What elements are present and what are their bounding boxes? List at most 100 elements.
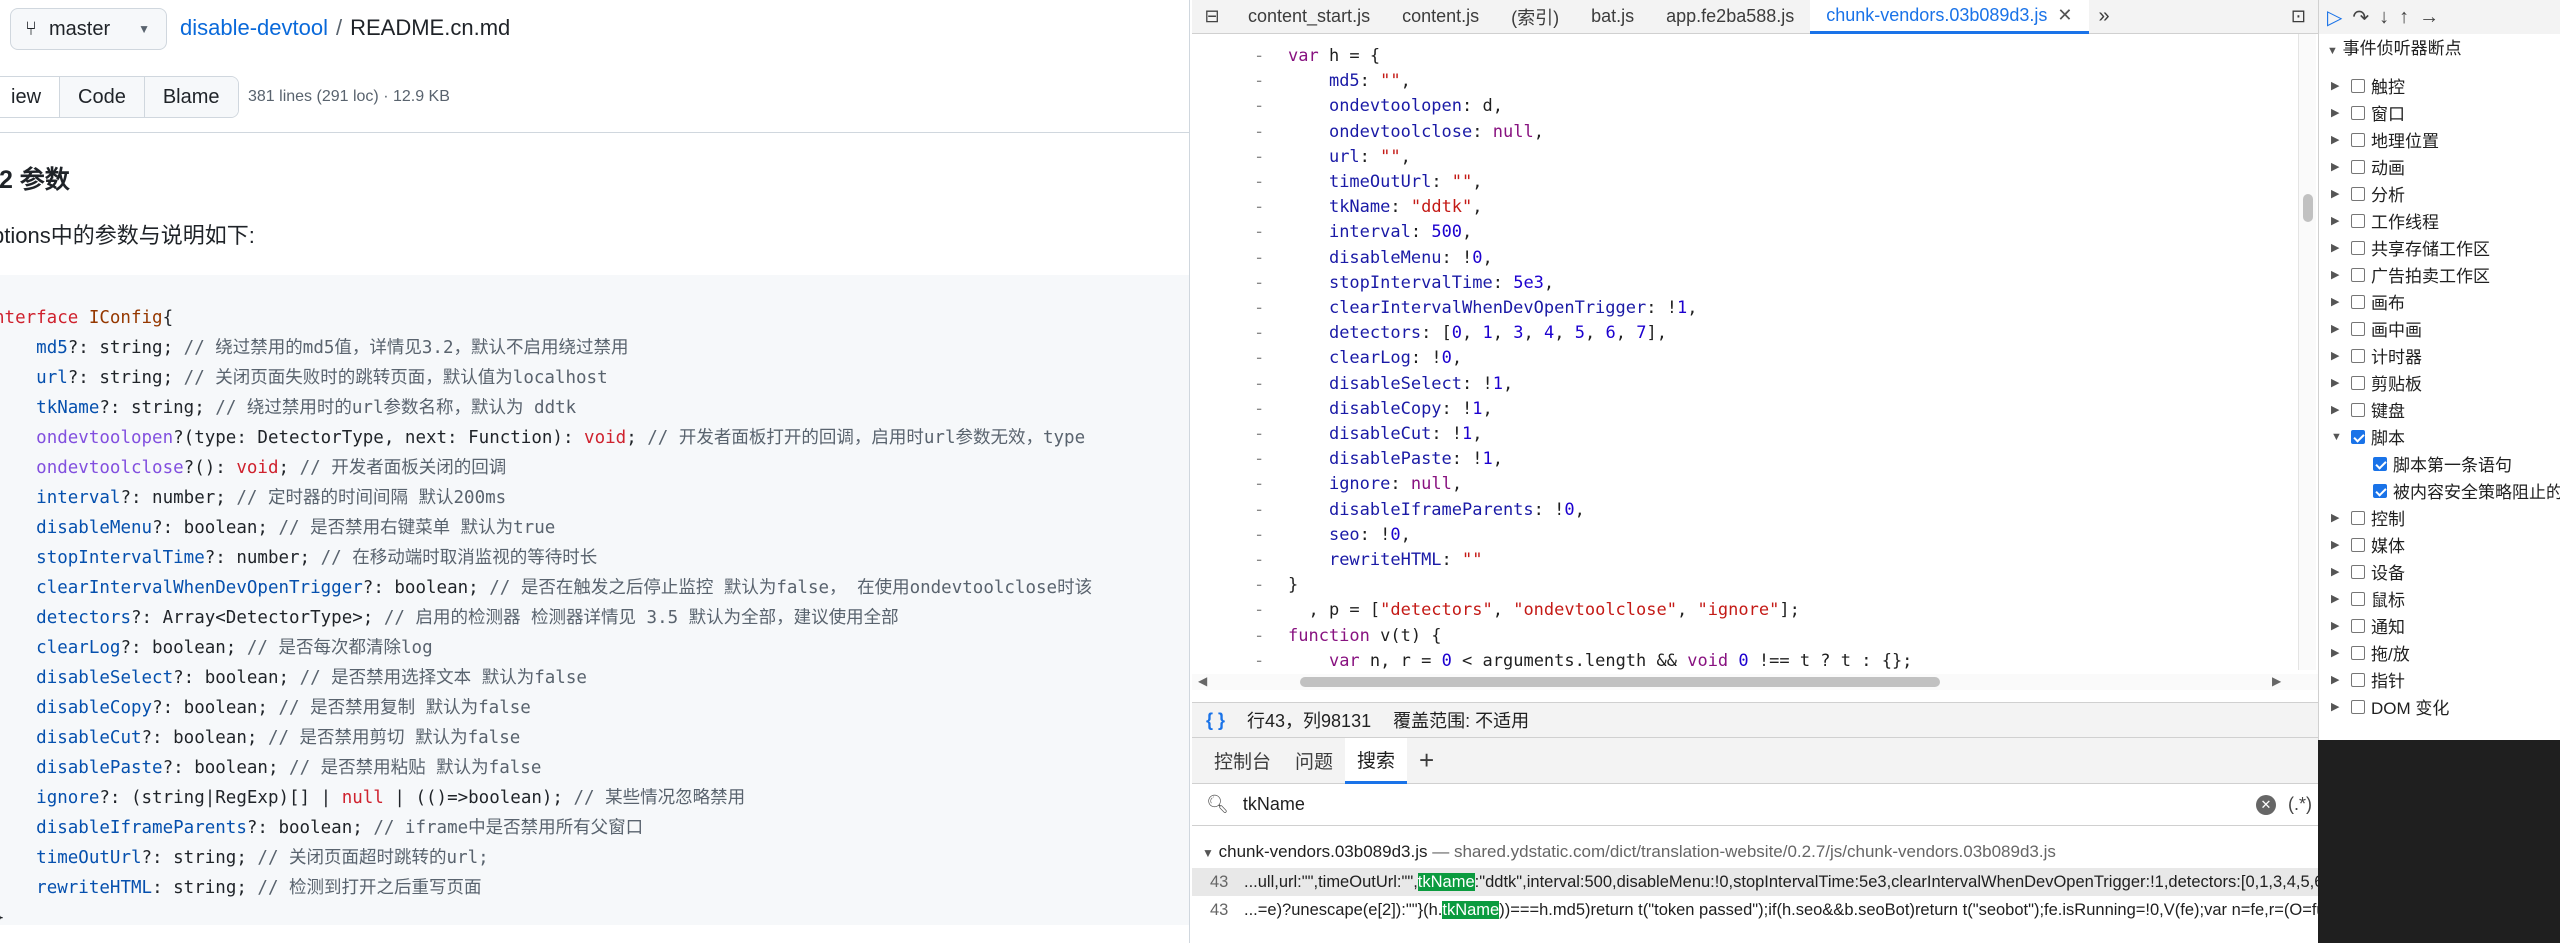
chevron-right-icon[interactable]: ▶: [2331, 187, 2345, 200]
breakpoint-category[interactable]: ▶ DOM 变化: [2331, 693, 2449, 720]
drawer-tab-console[interactable]: 控制台: [1202, 738, 1283, 784]
line-gutter[interactable]: -: [1254, 321, 1268, 346]
scroll-left-icon[interactable]: ◀: [1198, 674, 1207, 688]
chevron-right-icon[interactable]: ▶: [2331, 214, 2345, 227]
toggle-debugger-icon[interactable]: ⊡: [2291, 6, 2306, 27]
chevron-right-icon[interactable]: ▶: [2331, 700, 2345, 713]
tab-code[interactable]: Code: [59, 77, 144, 117]
breakpoint-checkbox[interactable]: [2351, 591, 2365, 606]
drawer-tab-issues[interactable]: 问题: [1283, 738, 1345, 784]
breakpoint-checkbox[interactable]: [2351, 402, 2365, 417]
breadcrumb-repo-link[interactable]: disable-devtool: [180, 15, 328, 40]
breakpoint-checkbox[interactable]: [2351, 186, 2365, 201]
line-gutter[interactable]: -: [1254, 94, 1268, 119]
chevron-right-icon[interactable]: ▶: [2331, 619, 2345, 632]
chevron-right-icon[interactable]: ▶: [2331, 592, 2345, 605]
line-gutter[interactable]: -: [1254, 649, 1268, 674]
source-tab[interactable]: chunk-vendors.03b089d3.js ✕: [1810, 0, 2089, 34]
breakpoint-checkbox[interactable]: [2351, 645, 2365, 660]
line-gutter[interactable]: -: [1254, 498, 1268, 523]
breakpoint-checkbox[interactable]: [2351, 78, 2365, 93]
step-icon[interactable]: →: [2419, 6, 2439, 29]
result-file-header[interactable]: ▼ chunk-vendors.03b089d3.js — shared.yds…: [1202, 842, 2056, 862]
chevron-down-icon[interactable]: ▼: [2331, 431, 2345, 443]
chevron-right-icon[interactable]: ▶: [2331, 268, 2345, 281]
horizontal-scrollbar[interactable]: ◀ ▶: [1192, 674, 2318, 690]
chevron-right-icon[interactable]: ▶: [2331, 403, 2345, 416]
breakpoint-checkbox[interactable]: [2351, 159, 2365, 174]
line-gutter[interactable]: -: [1254, 220, 1268, 245]
chevron-right-icon[interactable]: ▶: [2331, 646, 2345, 659]
source-tab[interactable]: content.js: [1386, 0, 1495, 34]
line-gutter[interactable]: -: [1254, 145, 1268, 170]
line-gutter[interactable]: -: [1254, 170, 1268, 195]
breakpoint-category[interactable]: ▶ 画布: [2331, 288, 2405, 315]
breakpoint-checkbox[interactable]: [2351, 240, 2365, 255]
line-gutter[interactable]: -: [1254, 246, 1268, 271]
breakpoint-category[interactable]: ▼ 脚本: [2331, 423, 2405, 450]
line-gutter[interactable]: -: [1254, 523, 1268, 548]
breakpoint-category[interactable]: ▶ 地理位置: [2331, 126, 2439, 153]
breakpoint-category[interactable]: ▶ 拖/放: [2331, 639, 2410, 666]
breakpoint-checkbox[interactable]: [2351, 132, 2365, 147]
breakpoint-category[interactable]: ▶ 键盘: [2331, 396, 2405, 423]
chevron-right-icon[interactable]: ▶: [2331, 106, 2345, 119]
chevron-right-icon[interactable]: ▶: [2331, 133, 2345, 146]
line-gutter[interactable]: -: [1254, 573, 1268, 598]
line-gutter[interactable]: -: [1254, 598, 1268, 623]
breakpoint-checkbox[interactable]: [2351, 105, 2365, 120]
breakpoint-category[interactable]: ▶ 分析: [2331, 180, 2405, 207]
search-input[interactable]: tkName: [1243, 794, 1305, 815]
step-out-icon[interactable]: ↑: [2399, 6, 2409, 29]
breakpoint-category[interactable]: ▶ 工作线程: [2331, 207, 2439, 234]
chevron-right-icon[interactable]: ▶: [2331, 322, 2345, 335]
tab-blame[interactable]: Blame: [143, 77, 238, 117]
breakpoint-category[interactable]: 被内容安全策略阻止的: [2353, 477, 2560, 504]
line-gutter[interactable]: -: [1254, 296, 1268, 321]
breakpoint-checkbox[interactable]: [2351, 537, 2365, 552]
drawer-tab-search[interactable]: 搜索: [1345, 737, 1408, 784]
horizontal-scroll-thumb[interactable]: [1300, 677, 1940, 687]
line-gutter[interactable]: -: [1254, 548, 1268, 573]
breakpoint-checkbox[interactable]: [2351, 321, 2365, 336]
breakpoint-category[interactable]: ▶ 动画: [2331, 153, 2405, 180]
breakpoint-checkbox[interactable]: [2351, 267, 2365, 282]
breakpoint-category[interactable]: ▶ 媒体: [2331, 531, 2405, 558]
breakpoint-category[interactable]: ▶ 控制: [2331, 504, 2405, 531]
breakpoint-category[interactable]: ▶ 指针: [2331, 666, 2405, 693]
breakpoint-checkbox[interactable]: [2351, 564, 2365, 579]
breakpoint-category[interactable]: 脚本第一条语句: [2353, 450, 2512, 477]
chevron-right-icon[interactable]: ▶: [2331, 295, 2345, 308]
breakpoint-category[interactable]: ▶ 设备: [2331, 558, 2405, 585]
resume-icon[interactable]: ▷: [2327, 5, 2342, 30]
line-gutter[interactable]: -: [1254, 624, 1268, 649]
chevron-right-icon[interactable]: ▶: [2331, 376, 2345, 389]
add-tab-icon[interactable]: +: [1407, 745, 1446, 776]
breakpoint-category[interactable]: ▶ 触控: [2331, 72, 2405, 99]
line-gutter[interactable]: -: [1254, 44, 1268, 69]
chevron-right-icon[interactable]: ▶: [2331, 349, 2345, 362]
more-tabs-icon[interactable]: »: [2099, 5, 2110, 28]
regex-option-button[interactable]: (.*): [2288, 794, 2312, 815]
line-gutter[interactable]: -: [1254, 195, 1268, 220]
code-editor[interactable]: - var h = {- md5: "", - ondevtoolopen: d, -…: [1192, 34, 2318, 674]
step-into-icon[interactable]: ↓: [2379, 6, 2389, 29]
breakpoint-checkbox[interactable]: [2351, 429, 2365, 444]
chevron-right-icon[interactable]: ▶: [2331, 160, 2345, 173]
line-gutter[interactable]: -: [1254, 271, 1268, 296]
source-tab[interactable]: bat.js: [1575, 0, 1650, 34]
breakpoints-section-title[interactable]: ▼ 事件侦听器断点: [2327, 34, 2462, 59]
breakpoint-category[interactable]: ▶ 广告拍卖工作区: [2331, 261, 2490, 288]
breakpoint-checkbox[interactable]: [2373, 456, 2387, 471]
breakpoint-category[interactable]: ▶ 共享存储工作区: [2331, 234, 2490, 261]
breakpoint-category[interactable]: ▶ 剪贴板: [2331, 369, 2422, 396]
line-gutter[interactable]: -: [1254, 69, 1268, 94]
source-tab[interactable]: content_start.js: [1232, 0, 1386, 34]
chevron-right-icon[interactable]: ▶: [2331, 565, 2345, 578]
breakpoint-checkbox[interactable]: [2351, 375, 2365, 390]
line-gutter[interactable]: -: [1254, 397, 1268, 422]
chevron-right-icon[interactable]: ▶: [2331, 79, 2345, 92]
breakpoint-checkbox[interactable]: [2373, 483, 2387, 498]
source-tab[interactable]: (索引): [1495, 0, 1575, 34]
breakpoint-checkbox[interactable]: [2351, 348, 2365, 363]
